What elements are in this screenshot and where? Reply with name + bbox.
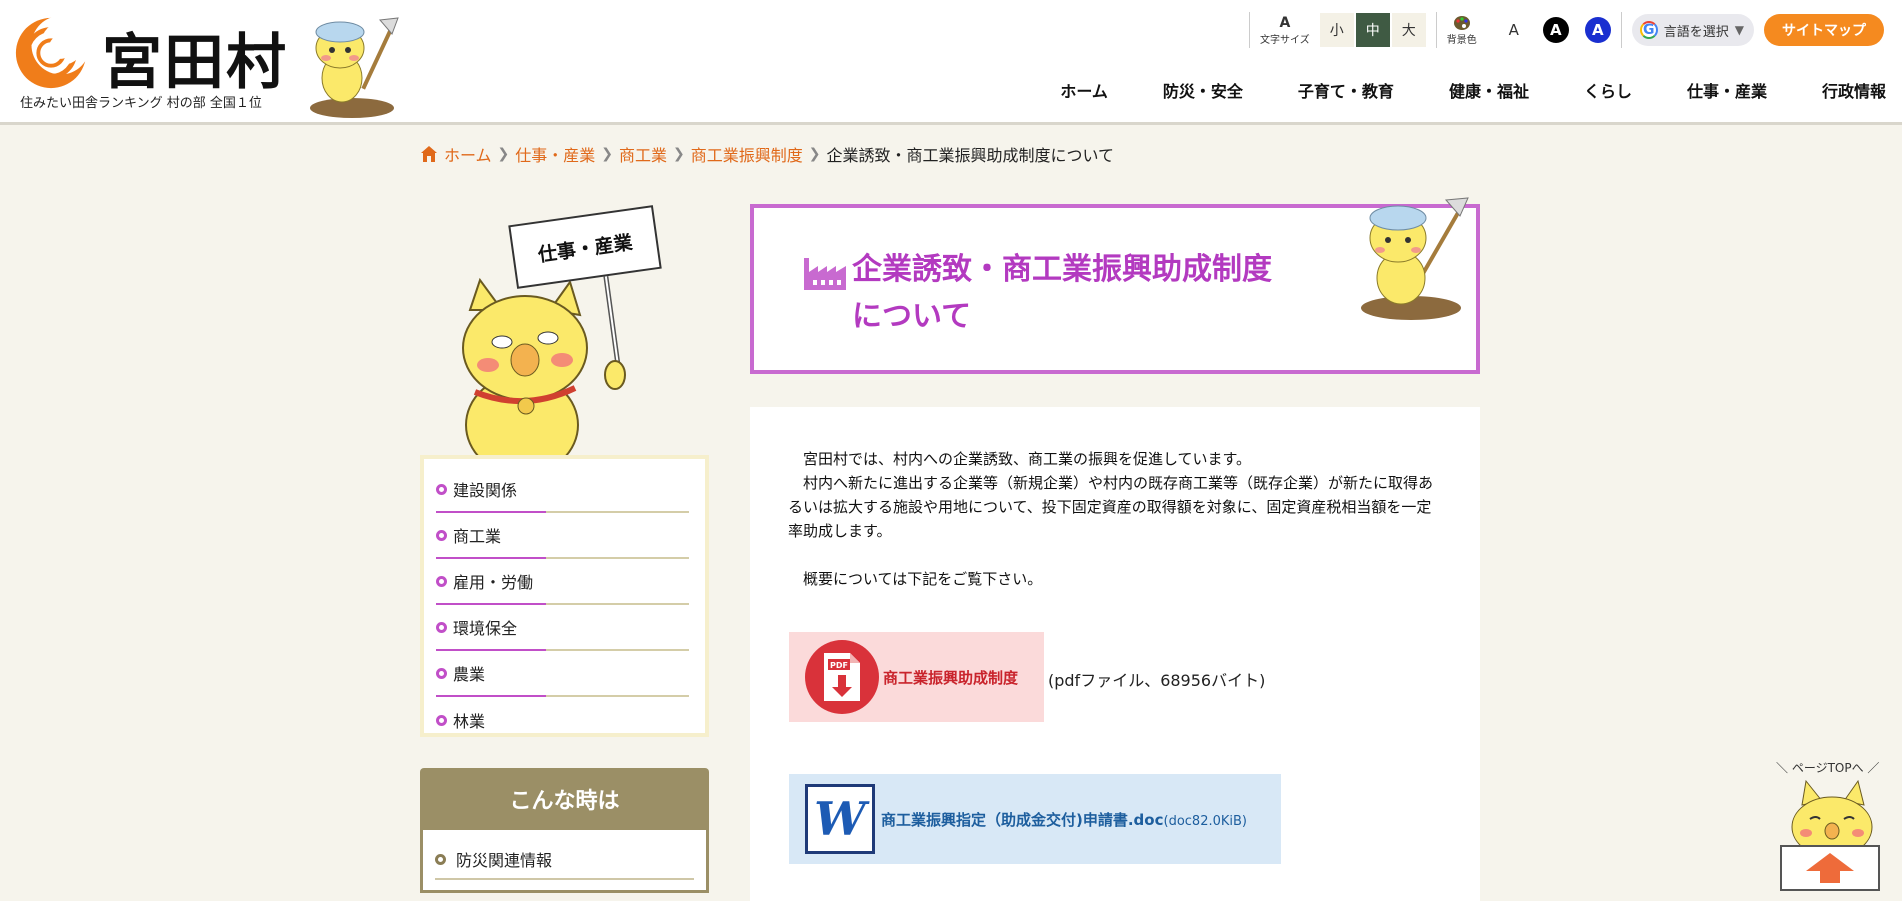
word-file-icon: W: [805, 784, 875, 854]
bullet-icon: [436, 575, 447, 587]
toolbar-divider: [1249, 12, 1251, 48]
page-title-box: 企業誘致・商工業振興助成制度について: [750, 197, 1480, 374]
sidebar-item-environment[interactable]: 環境保全: [436, 605, 689, 651]
pdf-file-meta: (pdfファイル、68956バイト): [1048, 671, 1266, 690]
sidebar-item-label: 商工業: [453, 527, 502, 546]
breadcrumb-home-link[interactable]: ホーム: [444, 142, 492, 166]
font-size-large-button[interactable]: 大: [1391, 13, 1426, 47]
bullet-icon: [436, 529, 447, 541]
sidebar-item-employment[interactable]: 雇用・労働: [436, 559, 689, 605]
bullet-icon: [436, 483, 447, 495]
pdf-file-icon: PDF: [805, 640, 879, 714]
pdf-link-label: 商工業振興助成制度: [883, 668, 1019, 687]
factory-icon: [804, 258, 846, 290]
utility-toolbar: A 文字サイズ 小 中 大 背景色 A A A G 言語を選択 ▼ サイトマップ: [1239, 10, 1884, 50]
font-size-label-group: A 文字サイズ: [1260, 15, 1310, 46]
chevron-right-icon: ❯: [601, 146, 614, 162]
caret-down-icon: ▼: [1734, 23, 1744, 37]
language-select-button[interactable]: G 言語を選択 ▼: [1631, 14, 1754, 46]
sidebar-mascot: 仕事・産業: [440, 200, 680, 460]
breadcrumb-work-link[interactable]: 仕事・産業: [515, 142, 595, 166]
doc-link-title: 商工業振興指定（助成金交付)申請書.doc: [881, 810, 1164, 829]
sidebar-item-label: 雇用・労働: [453, 573, 534, 592]
pdf-icon-text: PDF: [830, 661, 848, 670]
bg-blue-button[interactable]: A: [1584, 17, 1611, 43]
page-top-arrow-box[interactable]: [1780, 845, 1880, 891]
site-header: 宮田村 住みたい田舎ランキング 村の部 全国１位 A 文字サイズ 小 中 大 背…: [0, 0, 1902, 125]
font-size-label: 文字サイズ: [1260, 34, 1310, 46]
gnav-item-childcare[interactable]: 子育て・教育: [1298, 78, 1394, 102]
palette-icon: [1453, 15, 1470, 30]
sidebar-item-commerce[interactable]: 商工業: [436, 513, 689, 559]
page-top-button[interactable]: ＼ ページTOPへ ／: [1770, 755, 1890, 901]
page-title: 企業誘致・商工業振興助成制度について: [852, 252, 1272, 334]
site-name: 宮田村: [102, 28, 288, 98]
bg-black-button[interactable]: A: [1542, 17, 1569, 43]
sidebar-item-label: 林業: [453, 712, 486, 731]
pdf-download-link[interactable]: PDF 商工業振興助成制度: [789, 632, 1044, 722]
konna-toki-list: 防災関連情報: [420, 830, 709, 893]
gnav-item-living[interactable]: くらし: [1584, 78, 1632, 102]
konna-item-disaster-info[interactable]: 防災関連情報: [435, 840, 694, 880]
bullet-icon: [436, 714, 447, 726]
sidebar-item-agriculture[interactable]: 農業: [436, 651, 689, 697]
doc-download-link[interactable]: W 商工業振興指定（助成金交付)申請書.doc(doc82.0KiB): [789, 774, 1281, 864]
arrow-up-icon: [1806, 853, 1854, 883]
gnav-item-disaster[interactable]: 防災・安全: [1163, 78, 1243, 102]
sidebar-item-construction[interactable]: 建設関係: [436, 467, 689, 513]
chevron-right-icon: ❯: [808, 146, 821, 162]
page-top-label: ＼ ページTOPへ ／: [1776, 761, 1880, 775]
gnav-item-home[interactable]: ホーム: [1060, 78, 1108, 102]
sidebar-item-forestry[interactable]: 林業: [436, 697, 689, 743]
google-icon: G: [1639, 21, 1658, 39]
bullet-icon: [436, 621, 447, 633]
logo-crescent-icon: [15, 15, 90, 89]
bg-color-label: 背景色: [1446, 34, 1477, 46]
font-size-medium-button[interactable]: 中: [1355, 13, 1390, 47]
main-content: 宮田村では、村内への企業誘致、商工業の振興を促進しています。 村内へ新たに進出す…: [750, 407, 1480, 901]
mascot-hoe-illustration-icon: [1361, 197, 1469, 320]
intro-paragraph: 宮田村では、村内への企業誘致、商工業の振興を促進しています。 村内へ新たに進出す…: [788, 450, 1434, 588]
bg-white-button[interactable]: A: [1500, 17, 1527, 43]
chevron-right-icon: ❯: [673, 146, 685, 162]
site-logo[interactable]: 宮田村 住みたい田舎ランキング 村の部 全国１位: [12, 12, 399, 118]
toolbar-divider: [1620, 12, 1622, 48]
bullet-icon: [436, 667, 447, 679]
global-nav: ホーム 防災・安全 子育て・教育 健康・福祉 くらし 仕事・産業 行政情報: [1005, 78, 1886, 102]
konna-toki-title: こんな時は: [420, 768, 709, 830]
site-tagline: 住みたい田舎ランキング 村の部 全国１位: [20, 96, 262, 111]
sidebar-item-label: 環境保全: [453, 619, 518, 638]
doc-link-label: 商工業振興指定（助成金交付)申請書.doc(doc82.0KiB): [881, 809, 1247, 830]
sidebar-item-label: 農業: [453, 665, 486, 684]
sidebar-item-label: 建設関係: [453, 481, 518, 500]
chevron-right-icon: ❯: [497, 146, 510, 162]
home-icon: [421, 146, 437, 162]
sitemap-button[interactable]: サイトマップ: [1764, 14, 1884, 46]
gnav-item-work[interactable]: 仕事・産業: [1687, 78, 1767, 102]
mascot-peek-illustration-icon: [1791, 779, 1873, 855]
font-size-small-button[interactable]: 小: [1319, 13, 1354, 47]
doc-file-size: (doc82.0KiB): [1163, 813, 1248, 829]
breadcrumb-current: 企業誘致・商工業振興助成制度について: [826, 146, 1115, 165]
gnav-item-admin[interactable]: 行政情報: [1822, 78, 1886, 102]
bg-color-label-group: 背景色: [1447, 15, 1477, 46]
breadcrumb-promotion-link[interactable]: 商工業振興制度: [691, 142, 803, 166]
konna-toki-panel: こんな時は 防災関連情報: [420, 768, 709, 901]
font-size-icon: A: [1279, 14, 1291, 31]
breadcrumb-commerce-link[interactable]: 商工業: [619, 142, 667, 166]
konna-item-label: 防災関連情報: [456, 851, 553, 870]
gnav-item-health[interactable]: 健康・福祉: [1449, 78, 1529, 102]
breadcrumb: ホーム ❯ 仕事・産業 ❯ 商工業 ❯ 商工業振興制度 ❯ 企業誘致・商工業振興…: [420, 142, 1114, 166]
language-select-label: 言語を選択: [1663, 24, 1729, 40]
toolbar-divider: [1435, 12, 1437, 48]
mascot-illustration-icon: [310, 17, 399, 118]
sidebar-menu: 建設関係 商工業 雇用・労働 環境保全 農業 林業: [420, 455, 709, 737]
bullet-icon: [435, 853, 446, 865]
